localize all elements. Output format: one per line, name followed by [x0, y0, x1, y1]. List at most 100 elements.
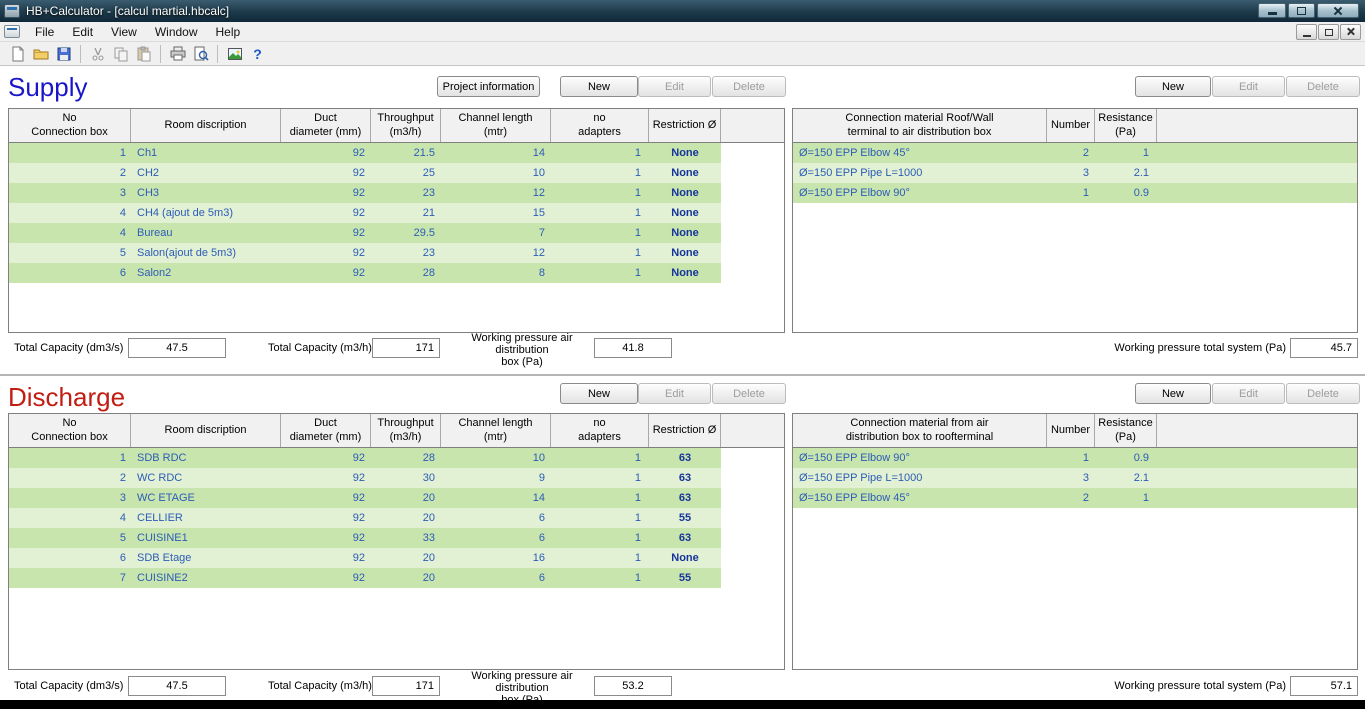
mdi-minimize-button[interactable]: [1296, 24, 1317, 40]
menu-help[interactable]: Help: [207, 22, 250, 42]
discharge-connection-material-table: Connection material from air distributio…: [792, 413, 1358, 670]
maximize-button[interactable]: [1288, 3, 1315, 18]
print-button[interactable]: [166, 43, 189, 65]
table-row[interactable]: 4 Bureau 92 29.5 7 1 None: [9, 223, 721, 243]
table-cell: 63: [678, 492, 692, 504]
column-header: Resistance (Pa): [1095, 109, 1157, 142]
working-pressure-box-value: 41.8: [594, 338, 672, 358]
cut-button[interactable]: [86, 43, 109, 65]
working-pressure-system-value: 57.1: [1290, 676, 1358, 696]
table-row[interactable]: 5 Salon(ajout de 5m3) 92 23 12 1 None: [9, 243, 721, 263]
table-cell: WC ETAGE: [137, 492, 195, 504]
total-capacity-dm3s-value: 47.5: [128, 676, 226, 696]
menu-file[interactable]: File: [26, 22, 63, 42]
table-cell: 1: [634, 227, 641, 239]
help-button[interactable]: ?: [246, 43, 269, 65]
supply-material-edit-button[interactable]: Edit: [1212, 76, 1285, 97]
table-row[interactable]: 4 CH4 (ajout de 5m3) 92 21 15 1 None: [9, 203, 721, 223]
copy-button[interactable]: [109, 43, 132, 65]
table-cell: 2.1: [1133, 472, 1149, 484]
table-cell: 2.1: [1133, 167, 1149, 179]
table-row[interactable]: Ø=150 EPP Elbow 90° 1 0.9: [793, 183, 1357, 203]
discharge-delete-button[interactable]: Delete: [712, 383, 786, 404]
column-header: Duct diameter (mm): [281, 109, 371, 142]
column-header: [721, 109, 784, 142]
window-controls: [1258, 3, 1359, 18]
discharge-new-button[interactable]: New: [560, 383, 638, 404]
table-row[interactable]: 3 CH3 92 23 12 1 None: [9, 183, 721, 203]
table-cell: None: [671, 147, 699, 159]
toolbar-separator: [80, 44, 81, 63]
discharge-material-new-button[interactable]: New: [1135, 383, 1211, 404]
table-cell: 5: [119, 247, 126, 259]
table-cell: CUISINE1: [137, 532, 188, 544]
image-button[interactable]: [223, 43, 246, 65]
supply-material-new-button[interactable]: New: [1135, 76, 1211, 97]
mdi-restore-button[interactable]: [1318, 24, 1339, 40]
save-button[interactable]: [52, 43, 75, 65]
table-row[interactable]: 2 CH2 92 25 10 1 None: [9, 163, 721, 183]
table-header-row: Connection material from air distributio…: [793, 414, 1357, 448]
column-header: Number: [1047, 414, 1095, 447]
table-row[interactable]: 1 SDB RDC 92 28 10 1 63: [9, 448, 721, 468]
new-file-button[interactable]: [6, 43, 29, 65]
table-row[interactable]: 7 CUISINE2 92 20 6 1 55: [9, 568, 721, 588]
menu-view[interactable]: View: [102, 22, 146, 42]
table-row[interactable]: 6 Salon2 92 28 8 1 None: [9, 263, 721, 283]
paste-button[interactable]: [132, 43, 155, 65]
table-row[interactable]: Ø=150 EPP Elbow 45° 2 1: [793, 488, 1357, 508]
table-cell: 12: [532, 247, 545, 259]
column-header: Duct diameter (mm): [281, 414, 371, 447]
discharge-edit-button[interactable]: Edit: [638, 383, 711, 404]
maximize-icon: [1297, 6, 1306, 15]
table-cell: 63: [678, 532, 692, 544]
close-button[interactable]: [1317, 3, 1359, 18]
table-cell: 28: [422, 452, 435, 464]
table-cell: 29.5: [413, 227, 435, 239]
table-cell: Ø=150 EPP Elbow 90°: [799, 452, 910, 464]
table-cell: 20: [422, 552, 435, 564]
table-row[interactable]: 5 CUISINE1 92 33 6 1 63: [9, 528, 721, 548]
menu-window[interactable]: Window: [146, 22, 207, 42]
open-button[interactable]: [29, 43, 52, 65]
document-icon: [4, 25, 20, 38]
table-row[interactable]: 4 CELLIER 92 20 6 1 55: [9, 508, 721, 528]
table-cell: 21: [422, 207, 435, 219]
column-header: [721, 414, 784, 447]
supply-edit-button[interactable]: Edit: [638, 76, 711, 97]
table-row[interactable]: 6 SDB Etage 92 20 16 1 None: [9, 548, 721, 568]
project-information-button[interactable]: Project information: [437, 76, 540, 97]
table-cell: 3: [1082, 472, 1089, 484]
table-cell: 5: [119, 532, 126, 544]
table-cell: CH2: [137, 167, 160, 179]
table-row[interactable]: Ø=150 EPP Pipe L=1000 3 2.1: [793, 468, 1357, 488]
table-row[interactable]: Ø=150 EPP Elbow 90° 1 0.9: [793, 448, 1357, 468]
menu-edit[interactable]: Edit: [63, 22, 102, 42]
supply-delete-button[interactable]: Delete: [712, 76, 786, 97]
discharge-material-delete-button[interactable]: Delete: [1286, 383, 1360, 404]
table-cell: 28: [422, 267, 435, 279]
table-cell: SDB Etage: [137, 552, 192, 564]
table-cell: None: [671, 207, 699, 219]
table-row[interactable]: 2 WC RDC 92 30 9 1 63: [9, 468, 721, 488]
minimize-button[interactable]: [1258, 3, 1286, 18]
column-header: No Connection box: [9, 109, 131, 142]
supply-new-button[interactable]: New: [560, 76, 638, 97]
table-cell: 16: [532, 552, 545, 564]
table-cell: 7: [538, 227, 545, 239]
table-cell: 20: [422, 512, 435, 524]
table-row[interactable]: Ø=150 EPP Elbow 45° 2 1: [793, 143, 1357, 163]
table-cell: 92: [352, 167, 365, 179]
menubar: File Edit View Window Help: [0, 22, 1365, 42]
supply-material-delete-button[interactable]: Delete: [1286, 76, 1360, 97]
table-cell: Bureau: [137, 227, 173, 239]
print-preview-button[interactable]: [189, 43, 212, 65]
table-row[interactable]: 1 Ch1 92 21.5 14 1 None: [9, 143, 721, 163]
table-row[interactable]: 3 WC ETAGE 92 20 14 1 63: [9, 488, 721, 508]
column-header: no adapters: [551, 414, 649, 447]
table-cell: 6: [119, 267, 126, 279]
table-row[interactable]: Ø=150 EPP Pipe L=1000 3 2.1: [793, 163, 1357, 183]
total-capacity-dm3s-label: Total Capacity (dm3/s): [14, 342, 124, 354]
mdi-close-button[interactable]: [1340, 24, 1361, 40]
discharge-material-edit-button[interactable]: Edit: [1212, 383, 1285, 404]
